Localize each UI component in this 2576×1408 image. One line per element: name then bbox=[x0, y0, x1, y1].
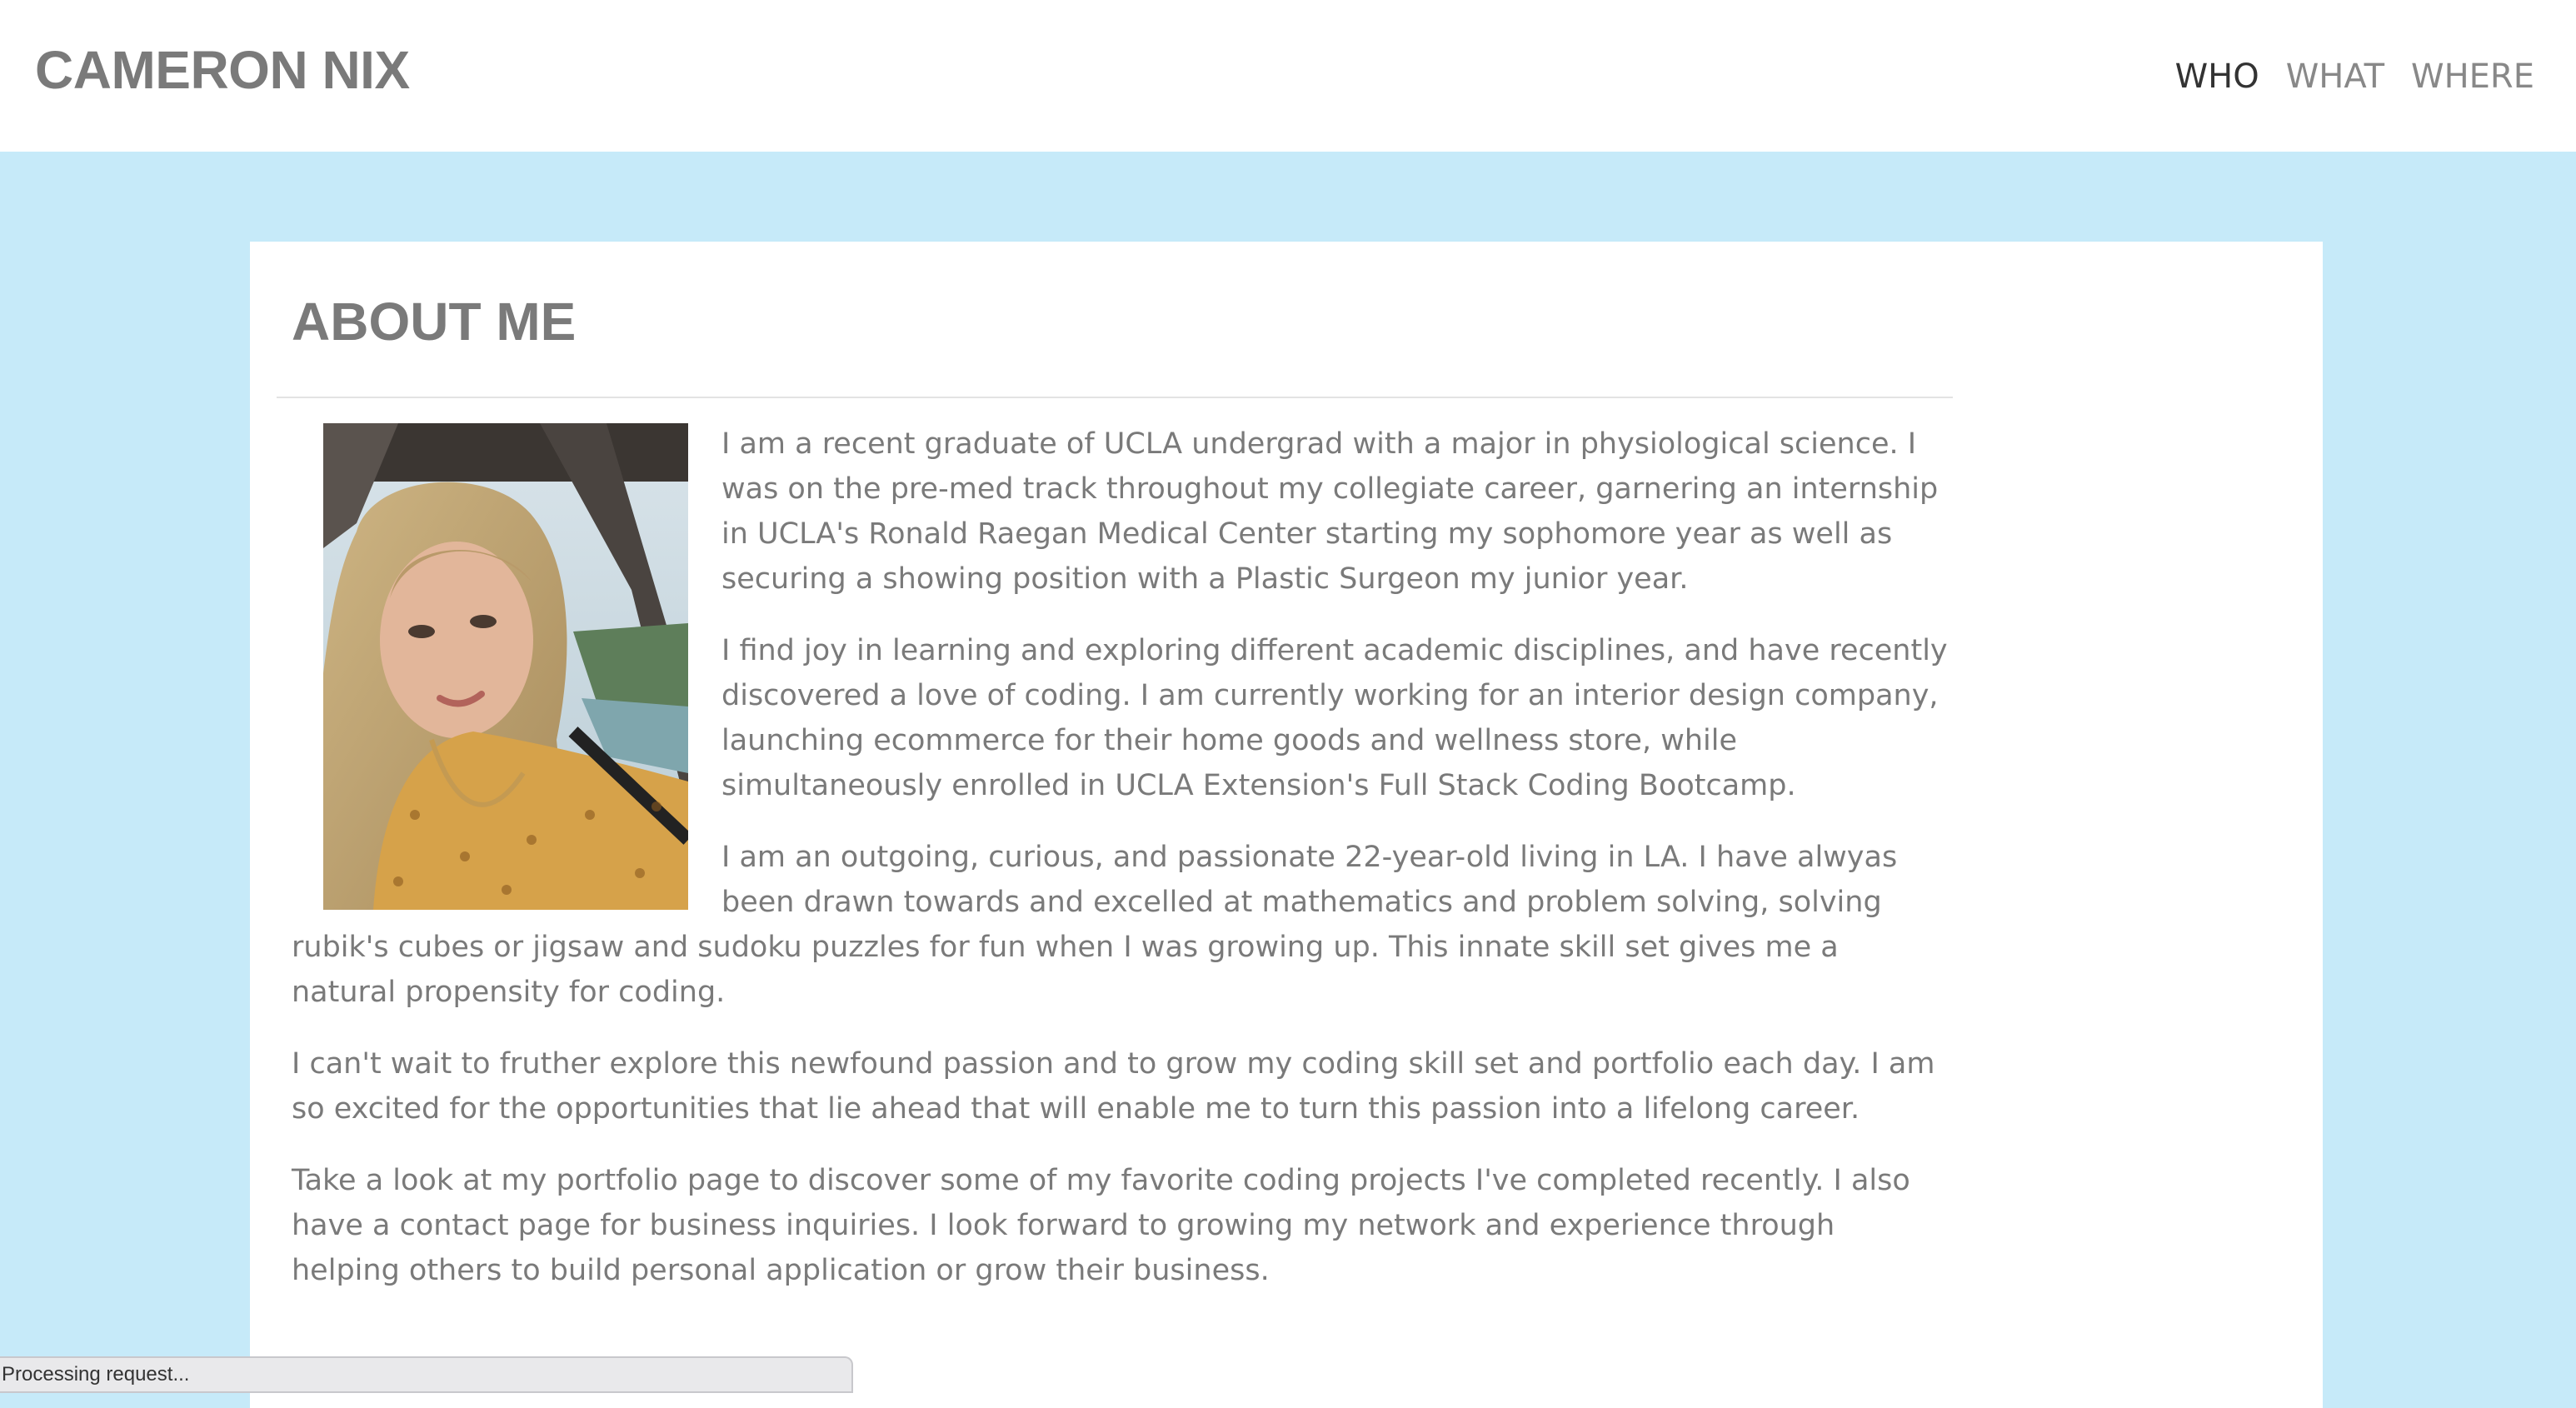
about-heading: ABOUT ME bbox=[292, 292, 577, 352]
site-header: CAMERON NIX WHO WHAT WHERE bbox=[0, 0, 2576, 152]
main-nav: WHO WHAT WHERE bbox=[2149, 53, 2534, 100]
browser-status-bar: Processing request... bbox=[0, 1356, 853, 1393]
about-paragraph-4: I can't wait to fruther explore this new… bbox=[292, 1047, 1935, 1126]
heading-divider bbox=[277, 397, 1953, 398]
about-content: I am a recent graduate of UCLA undergrad… bbox=[292, 422, 1949, 1320]
nav-where-link[interactable]: WHERE bbox=[2411, 53, 2534, 100]
about-card: ABOUT ME I am a recent graduate of UCLA … bbox=[250, 242, 2323, 1408]
nav-who-link[interactable]: WHO bbox=[2175, 53, 2259, 100]
site-title[interactable]: CAMERON NIX bbox=[35, 37, 410, 103]
nav-what-link[interactable]: WHAT bbox=[2286, 53, 2384, 100]
about-paragraph-5: Take a look at my portfolio page to disc… bbox=[292, 1164, 1910, 1287]
profile-photo bbox=[323, 423, 688, 910]
